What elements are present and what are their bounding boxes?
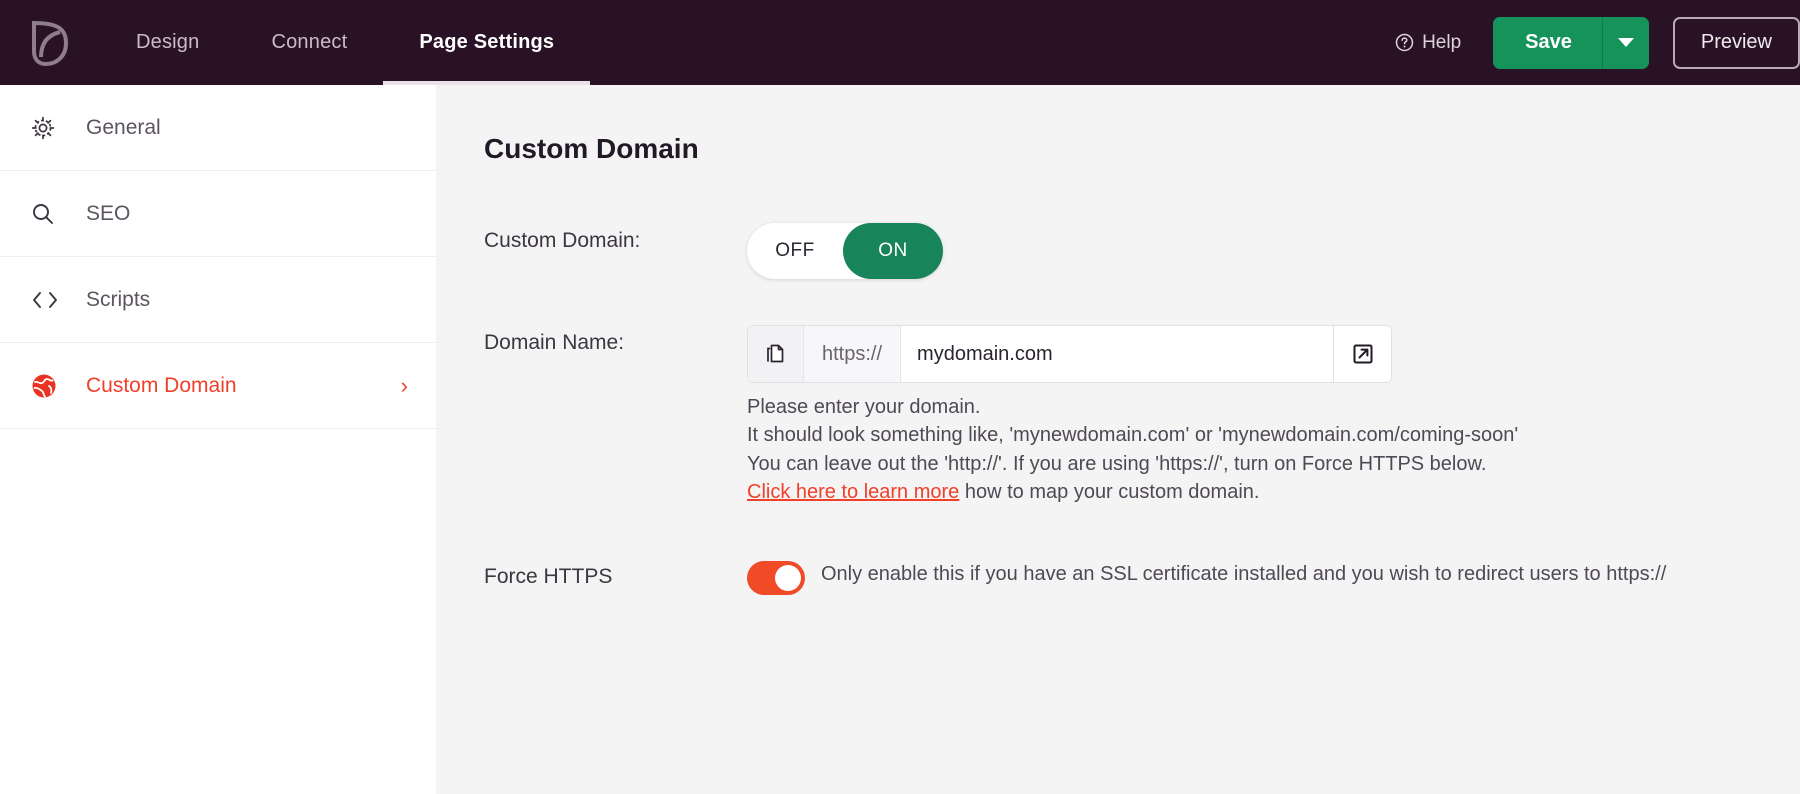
save-label: Save <box>1525 31 1572 53</box>
toggle-off-label[interactable]: OFF <box>747 240 843 262</box>
domain-help-line: Please enter your domain. <box>747 396 981 418</box>
top-bar: Design Connect Page Settings Help Save P… <box>0 0 1800 85</box>
sidebar-item-custom-domain[interactable]: Custom Domain › <box>0 343 436 429</box>
external-link-icon <box>1353 344 1372 364</box>
globe-icon <box>30 372 70 400</box>
nav-tab-label: Design <box>136 31 200 53</box>
settings-sidebar: General SEO Scripts Custom Domain › <box>0 85 436 794</box>
domain-input[interactable] <box>901 326 1333 382</box>
top-bar-actions: Help Save Preview <box>1395 0 1800 85</box>
custom-domain-toggle[interactable]: OFF ON <box>747 223 943 279</box>
copy-domain-button[interactable] <box>748 326 804 382</box>
nav-tab-page-settings[interactable]: Page Settings <box>383 0 591 85</box>
chevron-down-icon <box>1617 38 1634 47</box>
nav-tab-label: Connect <box>271 31 348 53</box>
chevron-right-icon: › <box>400 372 408 398</box>
sidebar-item-seo[interactable]: SEO <box>0 171 436 257</box>
force-https-label: Force HTTPS <box>484 564 613 588</box>
save-button-group[interactable]: Save <box>1493 16 1649 69</box>
domain-help-line: It should look something like, 'mynewdom… <box>747 424 1519 447</box>
nav-tab-label: Page Settings <box>419 31 555 53</box>
domain-help-text: Please enter your domain. It should look… <box>747 393 1518 507</box>
domain-help-line: You can leave out the 'http://'. If you … <box>747 452 1487 475</box>
toggle-knob <box>775 564 801 591</box>
custom-domain-row: Custom Domain: OFF ON <box>484 223 1800 279</box>
save-button[interactable]: Save <box>1493 16 1603 69</box>
sidebar-item-scripts[interactable]: Scripts <box>0 257 436 343</box>
help-label: Help <box>1422 31 1462 53</box>
force-https-toggle[interactable] <box>747 560 805 595</box>
main-content: Custom Domain Custom Domain: OFF ON Doma… <box>436 85 1800 794</box>
force-https-description: Only enable this if you have an SSL cert… <box>821 562 1667 585</box>
toggle-on-label[interactable]: ON <box>843 223 943 279</box>
open-domain-button[interactable] <box>1333 326 1391 382</box>
help-button[interactable]: Help <box>1395 32 1461 54</box>
search-icon <box>30 201 70 227</box>
main-nav: Design Connect Page Settings <box>100 0 591 85</box>
nav-tab-connect[interactable]: Connect <box>235 0 383 85</box>
question-circle-icon <box>1395 33 1414 52</box>
gear-icon <box>30 115 70 141</box>
force-https-row: Force HTTPS Only enable this if you have… <box>484 559 1800 595</box>
sidebar-item-label: General <box>86 115 161 139</box>
nav-tab-design[interactable]: Design <box>100 0 235 85</box>
domain-name-label: Domain Name: <box>484 331 625 354</box>
domain-input-group: https:// <box>747 325 1392 383</box>
sidebar-item-label: SEO <box>86 201 131 225</box>
preview-button[interactable]: Preview <box>1672 16 1800 69</box>
code-icon <box>30 289 70 311</box>
sidebar-item-general[interactable]: General <box>0 85 436 171</box>
domain-help-line-link: Click here to learn more how to map your… <box>747 478 1518 506</box>
scheme-prefix: https:// <box>804 326 902 382</box>
page-title: Custom Domain <box>484 133 699 164</box>
learn-more-suffix: how to map your custom domain. <box>959 481 1260 504</box>
sidebar-item-label: Custom Domain <box>86 373 237 397</box>
domain-name-row: Domain Name: https:// mydomain.com Pleas… <box>484 325 1800 507</box>
preview-label: Preview <box>1700 31 1772 53</box>
domain-name-block: https:// Please enter your domain. It sh… <box>747 325 1518 507</box>
sidebar-item-label: Scripts <box>86 287 151 311</box>
learn-more-link[interactable]: Click here to learn more <box>747 481 959 503</box>
app-logo[interactable] <box>0 0 100 85</box>
leaf-logo-icon <box>32 20 69 66</box>
copy-icon <box>766 344 783 363</box>
save-dropdown-button[interactable] <box>1603 17 1649 69</box>
custom-domain-label: Custom Domain: <box>484 229 641 252</box>
